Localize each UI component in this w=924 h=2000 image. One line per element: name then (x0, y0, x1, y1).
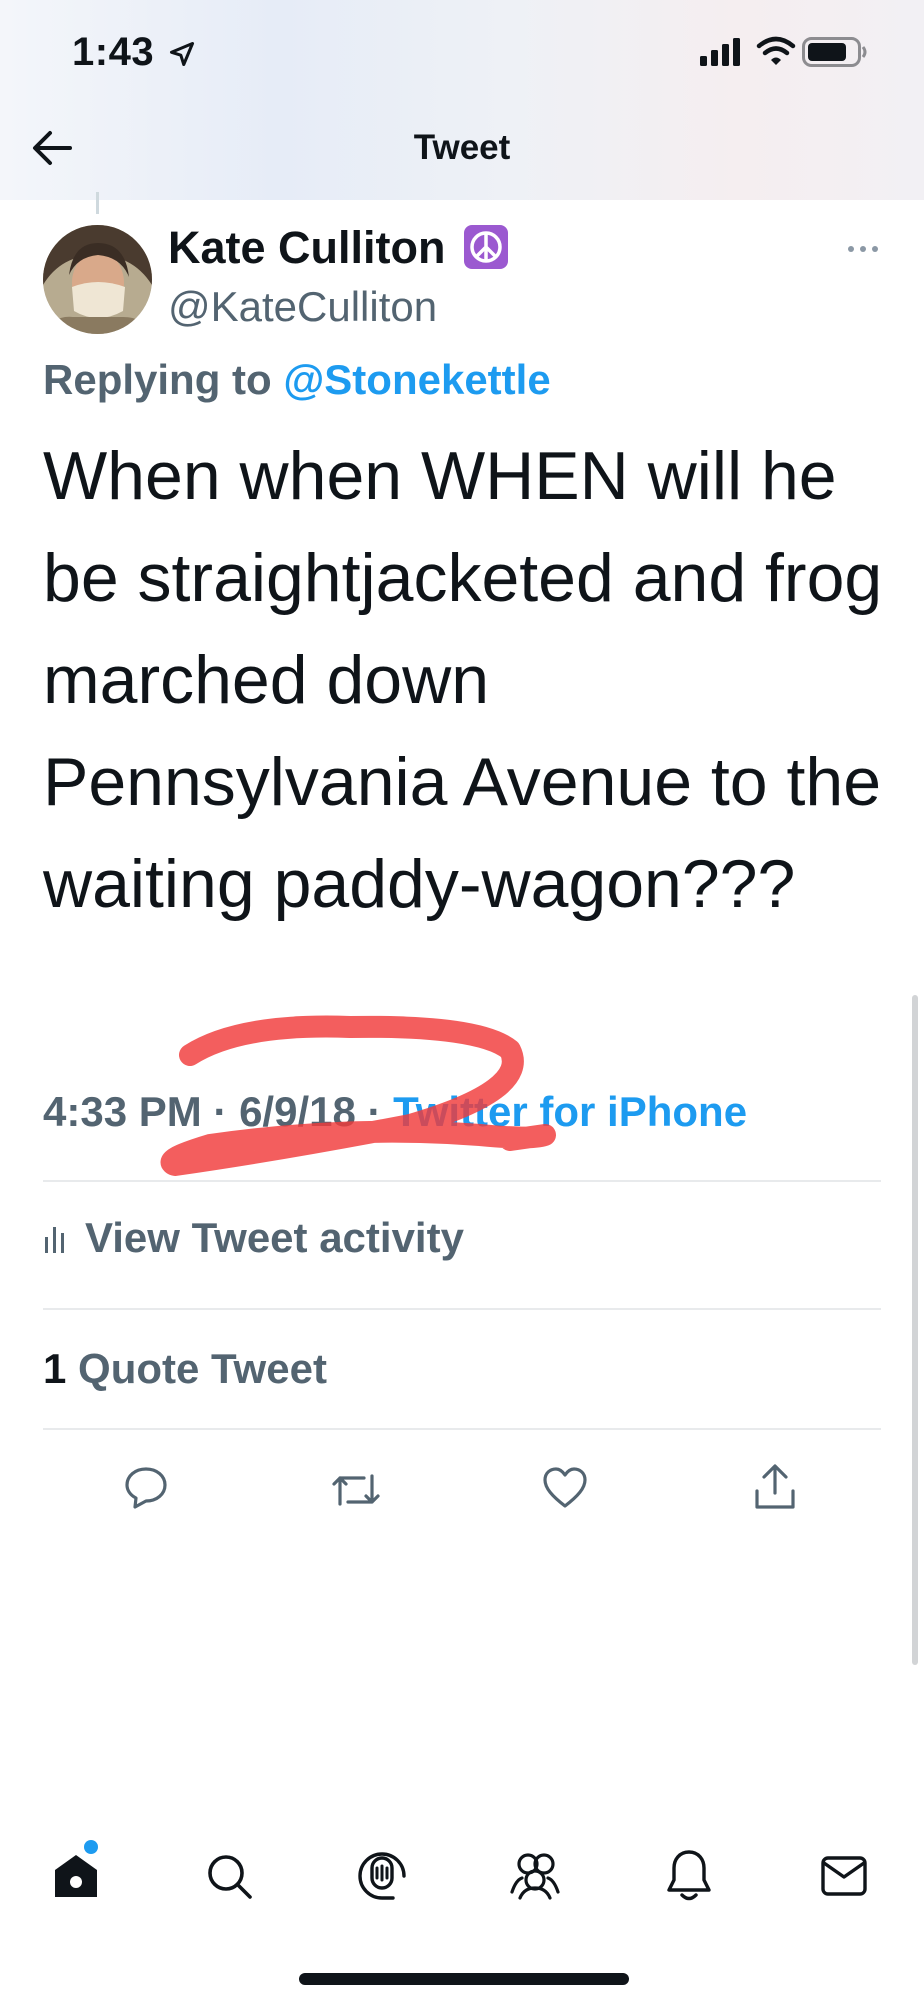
communities-icon[interactable] (508, 1848, 562, 1900)
peace-badge-icon (464, 225, 509, 269)
quote-count: 1 (43, 1345, 67, 1392)
share-icon[interactable] (753, 1463, 797, 1511)
author-handle[interactable]: @KateCulliton (168, 283, 437, 331)
replying-to: Replying to @Stonekettle (43, 356, 551, 403)
home-indicator[interactable] (299, 1973, 629, 1985)
avatar-image (43, 225, 152, 334)
replying-to-link[interactable]: @Stonekettle (283, 356, 550, 403)
divider (43, 1180, 881, 1182)
like-icon[interactable] (542, 1466, 588, 1510)
divider (43, 1308, 881, 1310)
search-icon[interactable] (205, 1852, 253, 1900)
status-time: 1:43 (72, 30, 196, 75)
divider (43, 1428, 881, 1430)
view-tweet-activity[interactable]: View Tweet activity (43, 1214, 464, 1262)
scrollbar[interactable] (912, 995, 918, 1665)
quote-label: Quote Tweet (66, 1345, 327, 1392)
more-options-icon[interactable] (846, 244, 880, 254)
messages-icon[interactable] (820, 1855, 868, 1897)
wifi-icon (756, 36, 796, 65)
thread-line (96, 192, 99, 214)
location-arrow-icon (169, 41, 194, 67)
cellular-signal-icon (700, 38, 740, 66)
battery-icon (802, 37, 867, 67)
avatar[interactable] (43, 225, 152, 334)
activity-label: View Tweet activity (85, 1214, 464, 1261)
red-scribble-annotation (160, 1015, 556, 1176)
author-name[interactable]: Kate Culliton (168, 222, 509, 274)
tweet-text: When when WHEN will he be straightjacket… (43, 438, 883, 922)
bottom-nav (0, 1820, 924, 1940)
page-title: Tweet (413, 128, 511, 167)
reply-icon[interactable] (123, 1465, 169, 1511)
quote-tweets[interactable]: 1 Quote Tweet (43, 1345, 327, 1393)
analytics-bars-icon (45, 1227, 64, 1253)
retweet-icon[interactable] (330, 1470, 382, 1510)
notifications-icon[interactable] (666, 1848, 712, 1902)
home-icon[interactable] (52, 1852, 100, 1900)
spaces-icon[interactable] (357, 1848, 407, 1900)
home-notification-dot (84, 1840, 98, 1854)
